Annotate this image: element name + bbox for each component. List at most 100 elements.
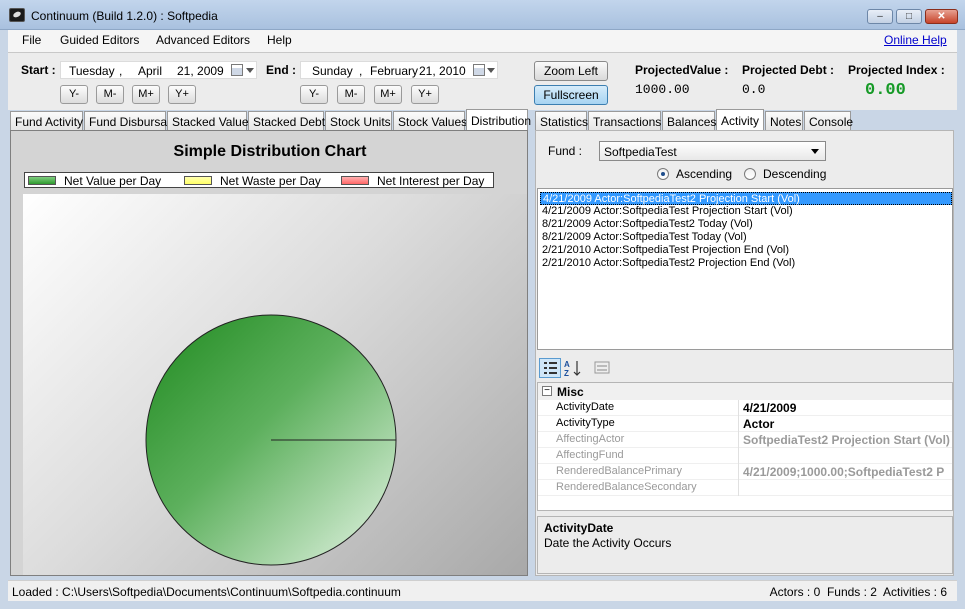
- start-month-plus-button[interactable]: M+: [132, 85, 160, 104]
- tab-distribution[interactable]: Distribution: [466, 109, 531, 130]
- list-item[interactable]: 4/21/2009 Actor:SoftpediaTest2 Projectio…: [540, 192, 952, 205]
- property-name: ActivityDate: [556, 401, 615, 413]
- status-bar: Loaded : C:\Users\Softpedia\Documents\Co…: [8, 580, 957, 601]
- category-row-misc[interactable]: − Misc: [538, 383, 952, 400]
- property-pages-icon[interactable]: [591, 358, 613, 378]
- tab-activity[interactable]: Activity: [716, 109, 764, 130]
- property-name: AffectingFund: [556, 449, 624, 461]
- end-year-plus-button[interactable]: Y+: [411, 85, 439, 104]
- property-grid-toolbar: AZ: [537, 356, 953, 381]
- list-item[interactable]: 8/21/2009 Actor:SoftpediaTest2 Today (Vo…: [540, 218, 753, 231]
- start-month-minus-button[interactable]: M-: [96, 85, 124, 104]
- tab-fund-activity[interactable]: Fund Activity: [10, 111, 83, 131]
- projected-debt: 0.0: [742, 82, 766, 97]
- activity-list[interactable]: 4/21/2009 Actor:SoftpediaTest2 Projectio…: [537, 188, 953, 350]
- property-row-renderedbalancesecondary[interactable]: RenderedBalanceSecondary: [538, 480, 952, 496]
- property-row-renderedbalanceprimary[interactable]: RenderedBalancePrimary 4/21/2009;1000.00…: [538, 464, 952, 480]
- list-item[interactable]: 4/21/2009 Actor:SoftpediaTest Projection…: [540, 205, 793, 218]
- maximize-button[interactable]: □: [896, 9, 922, 24]
- end-month-minus-button[interactable]: M-: [337, 85, 365, 104]
- column-divider: [738, 400, 739, 416]
- legend-label-net-interest: Net Interest per Day: [377, 174, 485, 188]
- list-item[interactable]: 2/21/2010 Actor:SoftpediaTest Projection…: [540, 244, 789, 257]
- alphabetical-icon[interactable]: AZ: [562, 358, 584, 378]
- column-divider: [738, 464, 739, 480]
- property-value[interactable]: 4/21/2009: [743, 401, 796, 415]
- legend-label-net-value: Net Value per Day: [64, 174, 162, 188]
- menu-advanced-editors[interactable]: Advanced Editors: [156, 33, 250, 47]
- property-value: 4/21/2009;1000.00;SoftpediaTest2 P: [743, 465, 945, 479]
- legend-swatch-net-waste: [184, 176, 212, 185]
- tab-notes[interactable]: Notes: [765, 111, 803, 131]
- tab-stacked-value[interactable]: Stacked Value: [167, 111, 249, 131]
- tab-console[interactable]: Console: [804, 111, 853, 131]
- property-value[interactable]: Actor: [743, 417, 774, 431]
- tab-statistics[interactable]: Statistics: [535, 111, 588, 131]
- window-title: Continuum (Build 1.2.0) : Softpedia: [31, 9, 218, 23]
- end-weekday: Sunday: [312, 64, 353, 78]
- property-row-affectingfund[interactable]: AffectingFund: [538, 448, 952, 464]
- property-value: SoftpediaTest2 Projection Start (Vol): [743, 433, 950, 447]
- chart-title: Simple Distribution Chart: [173, 143, 367, 160]
- ascending-label: Ascending: [676, 167, 733, 181]
- end-date-picker[interactable]: Sunday , February 21, 2010: [300, 61, 498, 79]
- column-divider: [738, 448, 739, 464]
- fund-select[interactable]: SoftpediaTest: [599, 141, 826, 161]
- menu-file[interactable]: File: [22, 33, 41, 47]
- zoom-left-button[interactable]: Zoom Left: [534, 61, 608, 81]
- legend-label-net-waste: Net Waste per Day: [220, 174, 321, 188]
- projected-value: 1000.00: [635, 82, 690, 97]
- projected-debt-label: Projected Debt :: [742, 63, 835, 77]
- minimize-button[interactable]: ‒: [867, 9, 893, 24]
- toolbar: Start : Tuesday , April 21, 2009 Y- M- M…: [8, 52, 957, 110]
- pie-chart: [145, 314, 397, 566]
- start-year-minus-button[interactable]: Y-: [60, 85, 88, 104]
- tab-stock-units[interactable]: Stock Units: [325, 111, 392, 131]
- calendar-icon[interactable]: [473, 64, 485, 76]
- end-year-minus-button[interactable]: Y-: [300, 85, 328, 104]
- chevron-down-icon[interactable]: [246, 68, 254, 73]
- categorized-icon[interactable]: [539, 358, 561, 378]
- start-year-plus-button[interactable]: Y+: [168, 85, 196, 104]
- end-month-plus-button[interactable]: M+: [374, 85, 402, 104]
- calendar-icon[interactable]: [231, 64, 243, 76]
- menu-guided-editors[interactable]: Guided Editors: [60, 33, 139, 47]
- property-description: ActivityDate Date the Activity Occurs: [537, 516, 953, 574]
- category-label: Misc: [557, 385, 584, 399]
- fullscreen-button[interactable]: Fullscreen: [534, 85, 608, 105]
- property-row-activitytype[interactable]: ActivityType Actor: [538, 416, 952, 432]
- property-row-affectingactor[interactable]: AffectingActor SoftpediaTest2 Projection…: [538, 432, 952, 448]
- status-loaded-file: Loaded : C:\Users\Softpedia\Documents\Co…: [12, 585, 401, 599]
- tab-stacked-debt[interactable]: Stacked Debt: [248, 111, 325, 131]
- property-row-activitydate[interactable]: ActivityDate 4/21/2009: [538, 400, 952, 416]
- tab-stock-values[interactable]: Stock Values: [393, 111, 467, 131]
- legend-swatch-net-interest: [341, 176, 369, 185]
- column-divider: [738, 416, 739, 432]
- property-grid[interactable]: − Misc ActivityDate 4/21/2009 ActivityTy…: [537, 382, 953, 511]
- svg-text:Z: Z: [564, 369, 569, 378]
- ascending-radio[interactable]: [657, 168, 669, 180]
- chevron-down-icon[interactable]: [811, 149, 819, 154]
- online-help-link[interactable]: Online Help: [884, 33, 947, 47]
- start-date-picker[interactable]: Tuesday , April 21, 2009: [60, 61, 257, 79]
- plot-area: [23, 194, 527, 575]
- list-item[interactable]: 8/21/2009 Actor:SoftpediaTest Today (Vol…: [540, 231, 747, 244]
- tab-balances[interactable]: Balances: [662, 111, 716, 131]
- status-counts: Actors : 0 Funds : 2 Activities : 6: [769, 585, 947, 599]
- column-divider: [738, 432, 739, 448]
- chart-legend: Net Value per Day Net Waste per Day Net …: [24, 172, 494, 188]
- activity-panel: Fund : SoftpediaTest Ascending Descendin…: [535, 130, 954, 576]
- date-separator: ,: [119, 64, 123, 78]
- chevron-down-icon[interactable]: [487, 68, 495, 73]
- close-button[interactable]: ✕: [925, 9, 958, 24]
- tab-transactions[interactable]: Transactions: [588, 111, 661, 131]
- svg-text:A: A: [564, 360, 570, 369]
- menu-help[interactable]: Help: [267, 33, 292, 47]
- list-item[interactable]: 2/21/2010 Actor:SoftpediaTest2 Projectio…: [540, 257, 795, 270]
- collapse-icon[interactable]: −: [542, 386, 552, 396]
- menu-bar: File Guided Editors Advanced Editors Hel…: [8, 30, 957, 52]
- descending-radio[interactable]: [744, 168, 756, 180]
- fund-select-value: SoftpediaTest: [604, 145, 677, 159]
- tab-fund-disbursal[interactable]: Fund Disbursal: [84, 111, 170, 131]
- start-label: Start :: [21, 63, 56, 77]
